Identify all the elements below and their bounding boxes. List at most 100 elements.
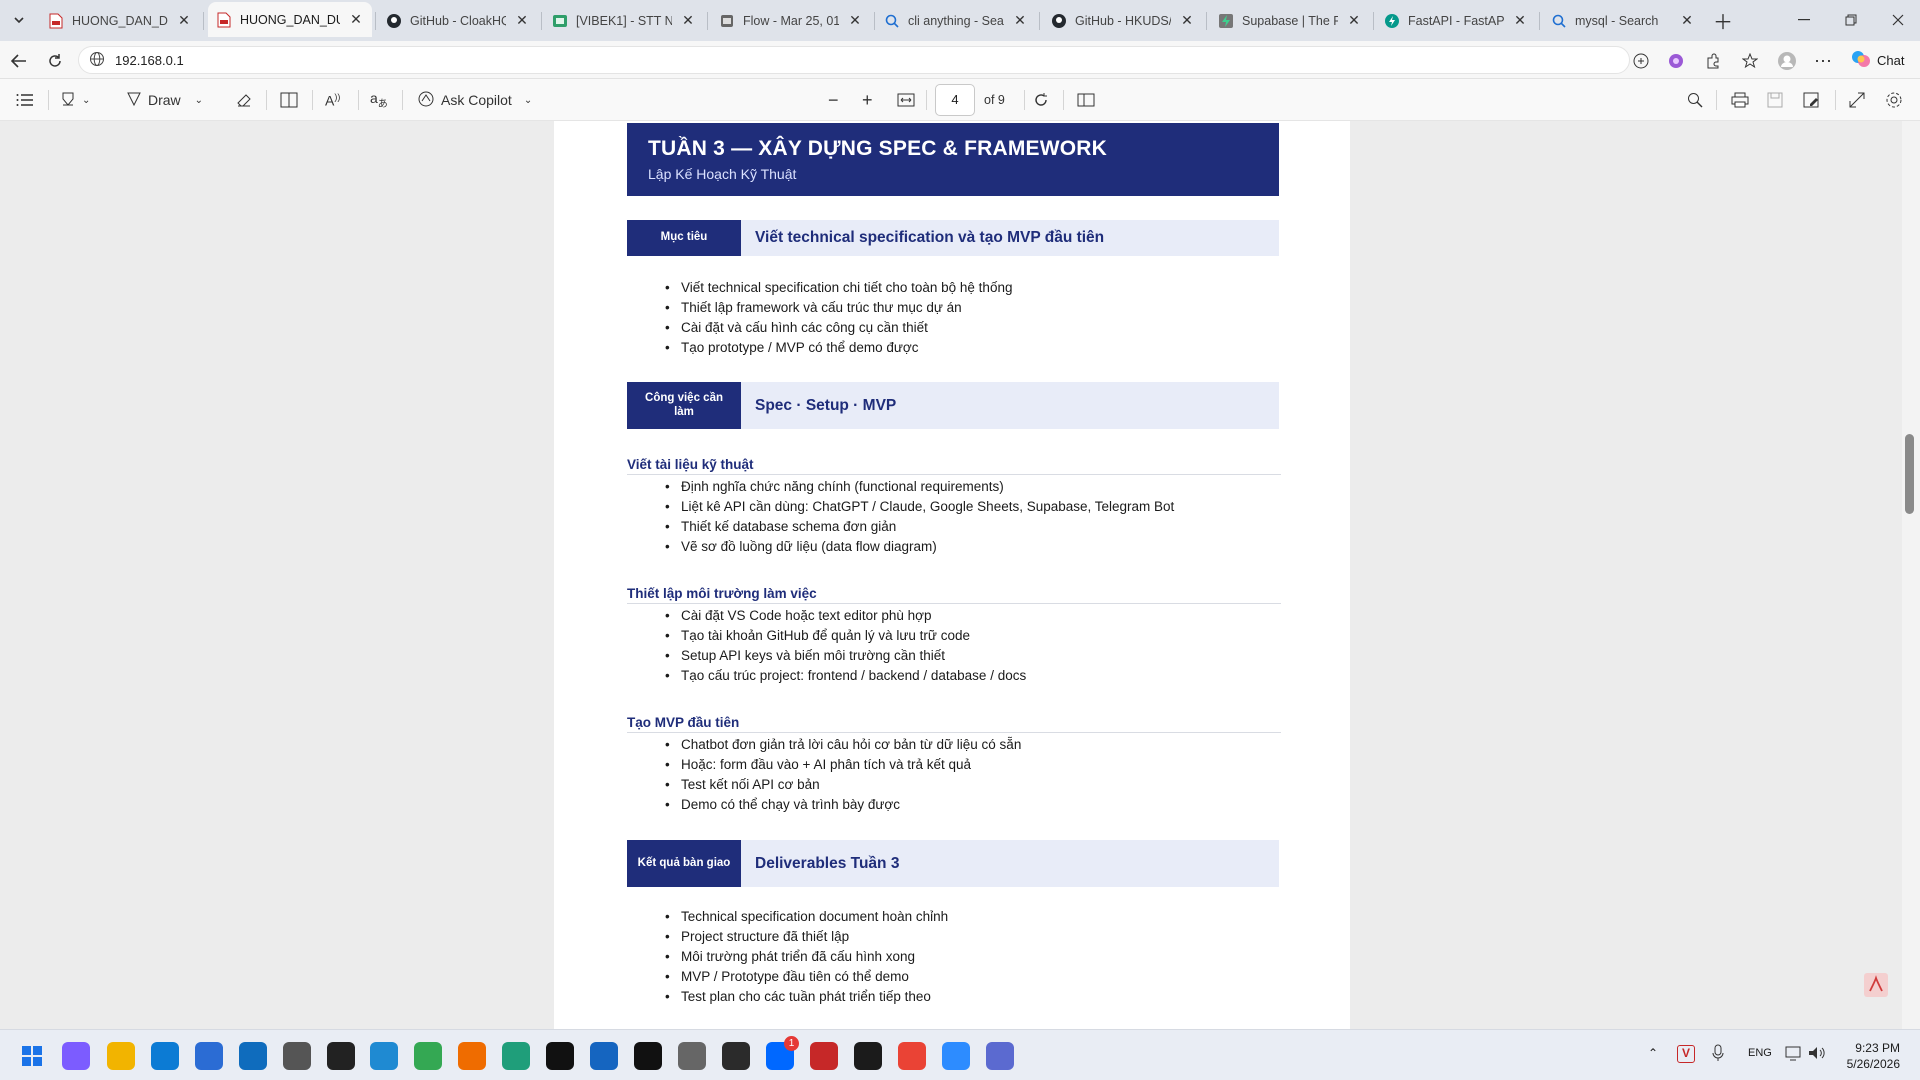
print-icon[interactable] bbox=[1731, 89, 1749, 111]
edge-icon[interactable] bbox=[151, 1042, 179, 1070]
adobe-acrobat-icon[interactable] bbox=[1864, 973, 1888, 1000]
close-tab-icon[interactable]: ✕ bbox=[514, 12, 530, 29]
save-as-icon[interactable] bbox=[1803, 89, 1819, 111]
close-tab-icon[interactable]: ✕ bbox=[1679, 12, 1695, 29]
browser-tab[interactable]: FastAPI - FastAPI ✕ bbox=[1376, 6, 1536, 35]
browser-tab[interactable]: HUONG_DAN_DU_A ✕ bbox=[208, 2, 372, 37]
profile-avatar[interactable] bbox=[1776, 50, 1798, 72]
close-tab-icon[interactable]: ✕ bbox=[1179, 12, 1195, 29]
more-options-icon[interactable]: ⋯ bbox=[1812, 50, 1834, 72]
network-icon[interactable] bbox=[1785, 1045, 1803, 1064]
restore-button[interactable] bbox=[1840, 9, 1862, 31]
browser-tab[interactable]: mysql - Search ✕ bbox=[1543, 6, 1703, 35]
app-penguin-icon[interactable] bbox=[327, 1042, 355, 1070]
app-grid-icon[interactable] bbox=[810, 1042, 838, 1070]
app-v-tray-icon[interactable]: V bbox=[1677, 1045, 1695, 1063]
extensions-icon[interactable] bbox=[1702, 50, 1724, 72]
read-aloud-icon[interactable]: A)) bbox=[325, 89, 340, 111]
browser-tab-strip: HUONG_DAN_DU_A✕HUONG_DAN_DU_A✕GitHub - C… bbox=[0, 0, 1920, 41]
scrollbar-track[interactable] bbox=[1902, 121, 1920, 1029]
terminal-icon[interactable] bbox=[722, 1042, 750, 1070]
winword-icon[interactable] bbox=[546, 1042, 574, 1070]
highlight-button[interactable]: ⌄ bbox=[60, 89, 90, 111]
list-item: Tạo prototype / MVP có thể demo được bbox=[665, 338, 1012, 358]
list-item: Test plan cho các tuần phát triển tiếp t… bbox=[665, 987, 948, 1007]
close-window-button[interactable] bbox=[1887, 9, 1909, 31]
draw-button[interactable]: Draw ⌄ bbox=[126, 89, 203, 111]
search-app-icon[interactable] bbox=[458, 1042, 486, 1070]
app-chat-icon[interactable] bbox=[986, 1042, 1014, 1070]
search-icon[interactable] bbox=[1687, 89, 1703, 111]
pycharm-icon[interactable] bbox=[634, 1042, 662, 1070]
section-deliverables: Kết quả bàn giao Deliverables Tuần 3 bbox=[627, 840, 1279, 887]
favorites-icon[interactable] bbox=[1739, 50, 1761, 72]
browser-tab[interactable]: GitHub - CloakHQ/C ✕ bbox=[378, 6, 538, 35]
cmd-icon[interactable] bbox=[854, 1042, 882, 1070]
tab-title: GitHub - CloakHQ/C bbox=[410, 13, 506, 28]
eraser-icon[interactable] bbox=[236, 89, 252, 111]
vscode-insiders-icon[interactable] bbox=[502, 1042, 530, 1070]
save-icon[interactable] bbox=[1767, 89, 1783, 111]
chrome2-icon[interactable] bbox=[898, 1042, 926, 1070]
page-view-icon[interactable] bbox=[1077, 89, 1095, 111]
contents-list-icon[interactable] bbox=[16, 89, 34, 111]
system-clock[interactable]: 9:23 PM 5/26/2026 bbox=[1847, 1040, 1900, 1072]
tab-actions-chevron-icon[interactable] bbox=[8, 9, 30, 31]
list-item: Tạo tài khoản GitHub để quản lý và lưu t… bbox=[665, 626, 1026, 646]
list-item: Định nghĩa chức năng chính (functional r… bbox=[665, 477, 1174, 497]
browser-tab[interactable]: [VIBEK1] - STT Nhón ✕ bbox=[544, 6, 704, 35]
close-tab-icon[interactable]: ✕ bbox=[847, 12, 863, 29]
copilot-icon[interactable] bbox=[62, 1042, 90, 1070]
rotate-icon[interactable] bbox=[1033, 89, 1049, 111]
browser-tab[interactable]: GitHub - HKUDS/CL ✕ bbox=[1043, 6, 1203, 35]
close-tab-icon[interactable]: ✕ bbox=[1012, 12, 1028, 29]
subsection-title: Viết tài liệu kỹ thuật bbox=[627, 457, 1281, 475]
translate-icon[interactable]: aあ bbox=[370, 89, 388, 111]
address-bar[interactable]: 192.168.0.1 bbox=[78, 46, 1630, 74]
pdf-icon bbox=[48, 13, 64, 29]
close-tab-icon[interactable]: ✕ bbox=[1512, 12, 1528, 29]
app-cube-icon[interactable] bbox=[283, 1042, 311, 1070]
store-icon[interactable] bbox=[195, 1042, 223, 1070]
minimize-button[interactable] bbox=[1793, 9, 1815, 31]
browser-tab[interactable]: Flow - Mar 25, 01:38 ✕ bbox=[711, 6, 871, 35]
input-language[interactable]: ENG bbox=[1748, 1047, 1772, 1059]
url-text: 192.168.0.1 bbox=[115, 52, 184, 68]
volume-icon[interactable] bbox=[1808, 1045, 1826, 1064]
chrome-icon[interactable] bbox=[414, 1042, 442, 1070]
view-layout-icon[interactable] bbox=[280, 89, 298, 111]
section-title: Viết technical specification và tạo MVP … bbox=[755, 229, 1105, 246]
clock-app-icon[interactable] bbox=[590, 1042, 618, 1070]
ask-copilot-button[interactable]: Ask Copilot ⌄ bbox=[417, 89, 532, 111]
expand-icon[interactable] bbox=[1849, 89, 1865, 111]
app-cube2-icon[interactable] bbox=[678, 1042, 706, 1070]
zoom-out-button[interactable]: − bbox=[828, 89, 839, 111]
settings-gear-icon[interactable] bbox=[1885, 89, 1903, 111]
microphone-icon[interactable] bbox=[1712, 1044, 1724, 1065]
file-explorer-icon[interactable] bbox=[107, 1042, 135, 1070]
list-item: Project structure đã thiết lập bbox=[665, 927, 948, 947]
pdf-viewer[interactable]: TUẦN 3 — XÂY DỰNG SPEC & FRAMEWORK Lập K… bbox=[0, 121, 1920, 1029]
new-tab-button[interactable]: ＋ bbox=[1712, 9, 1734, 34]
close-tab-icon[interactable]: ✕ bbox=[680, 12, 696, 29]
browser-tab[interactable]: Supabase | The Post ✕ bbox=[1210, 6, 1370, 35]
outlook-icon[interactable] bbox=[239, 1042, 267, 1070]
immersive-reader-icon[interactable] bbox=[1630, 50, 1652, 72]
back-button[interactable] bbox=[8, 50, 30, 72]
close-tab-icon[interactable]: ✕ bbox=[1346, 12, 1362, 29]
show-hidden-icons-chevron-icon[interactable]: ⌃ bbox=[1648, 1046, 1658, 1060]
extension-purple-icon[interactable] bbox=[1665, 50, 1687, 72]
windows-start-icon[interactable] bbox=[18, 1042, 46, 1070]
browser-tab[interactable]: HUONG_DAN_DU_A ✕ bbox=[40, 6, 200, 35]
zoom-in-button[interactable]: + bbox=[862, 89, 873, 111]
page-number-input[interactable]: 4 bbox=[935, 84, 975, 116]
browser-tab[interactable]: cli anything - Search ✕ bbox=[876, 6, 1036, 35]
copilot-chat-button[interactable]: Chat bbox=[1851, 49, 1904, 72]
vscode-icon[interactable] bbox=[370, 1042, 398, 1070]
close-tab-icon[interactable]: ✕ bbox=[348, 11, 364, 28]
fit-page-icon[interactable] bbox=[897, 89, 915, 111]
refresh-button[interactable] bbox=[44, 50, 66, 72]
scrollbar-thumb[interactable] bbox=[1905, 434, 1914, 514]
close-tab-icon[interactable]: ✕ bbox=[176, 12, 192, 29]
zoom-icon[interactable] bbox=[942, 1042, 970, 1070]
